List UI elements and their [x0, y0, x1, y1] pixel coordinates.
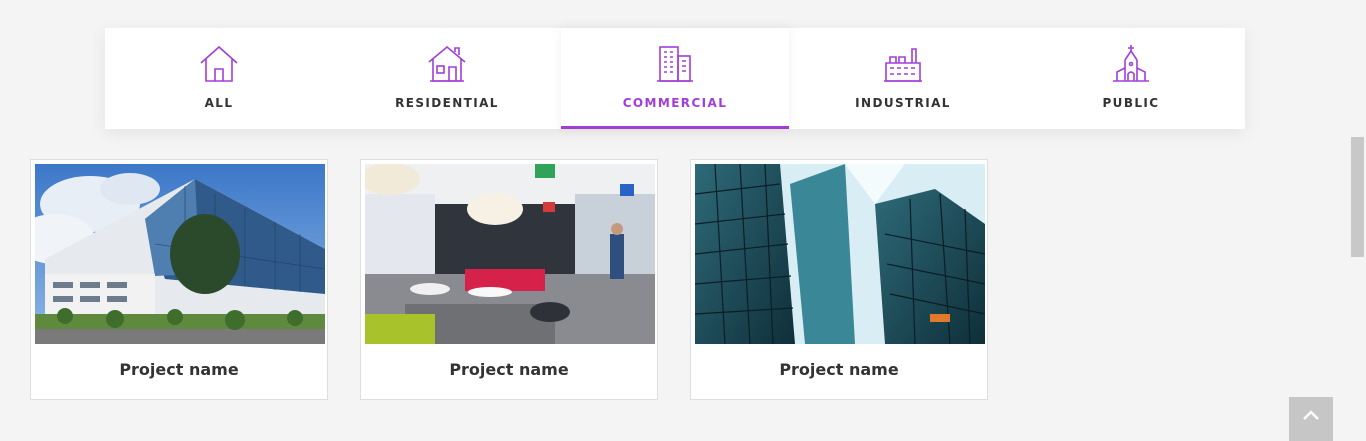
chevron-up-icon [1302, 397, 1320, 441]
scrollbar-thumb[interactable] [1351, 137, 1364, 257]
tab-label: INDUSTRIAL [855, 96, 951, 110]
project-filter-bar: ALL RESIDENTIAL COMMERCIAL INDUSTRIAL PU… [105, 28, 1245, 129]
tab-label: ALL [204, 96, 234, 110]
tab-commercial[interactable]: COMMERCIAL [561, 28, 789, 129]
tab-residential[interactable]: RESIDENTIAL [333, 28, 561, 129]
project-name[interactable]: Project name [691, 360, 987, 379]
project-name[interactable]: Project name [361, 360, 657, 379]
glass-office-building-photo[interactable] [35, 164, 325, 344]
project-card[interactable]: Project name [360, 159, 658, 400]
tab-label: COMMERCIAL [622, 96, 728, 110]
office-lobby-photo[interactable] [365, 164, 655, 344]
office-building-icon [654, 28, 696, 88]
back-to-top-button[interactable] [1289, 397, 1333, 441]
page-scrollbar[interactable] [1350, 0, 1366, 420]
tab-public[interactable]: PUBLIC [1017, 28, 1245, 129]
church-icon [1110, 28, 1152, 88]
tab-label: RESIDENTIAL [395, 96, 499, 110]
glass-skyscraper-photo[interactable] [695, 164, 985, 344]
tab-label: PUBLIC [1102, 96, 1160, 110]
project-name[interactable]: Project name [31, 360, 327, 379]
house-icon [198, 28, 240, 88]
project-card[interactable]: Project name [690, 159, 988, 400]
factory-icon [882, 28, 924, 88]
tab-all[interactable]: ALL [105, 28, 333, 129]
residential-house-icon [426, 28, 468, 88]
tab-industrial[interactable]: INDUSTRIAL [789, 28, 1017, 129]
project-card[interactable]: Project name [30, 159, 328, 400]
